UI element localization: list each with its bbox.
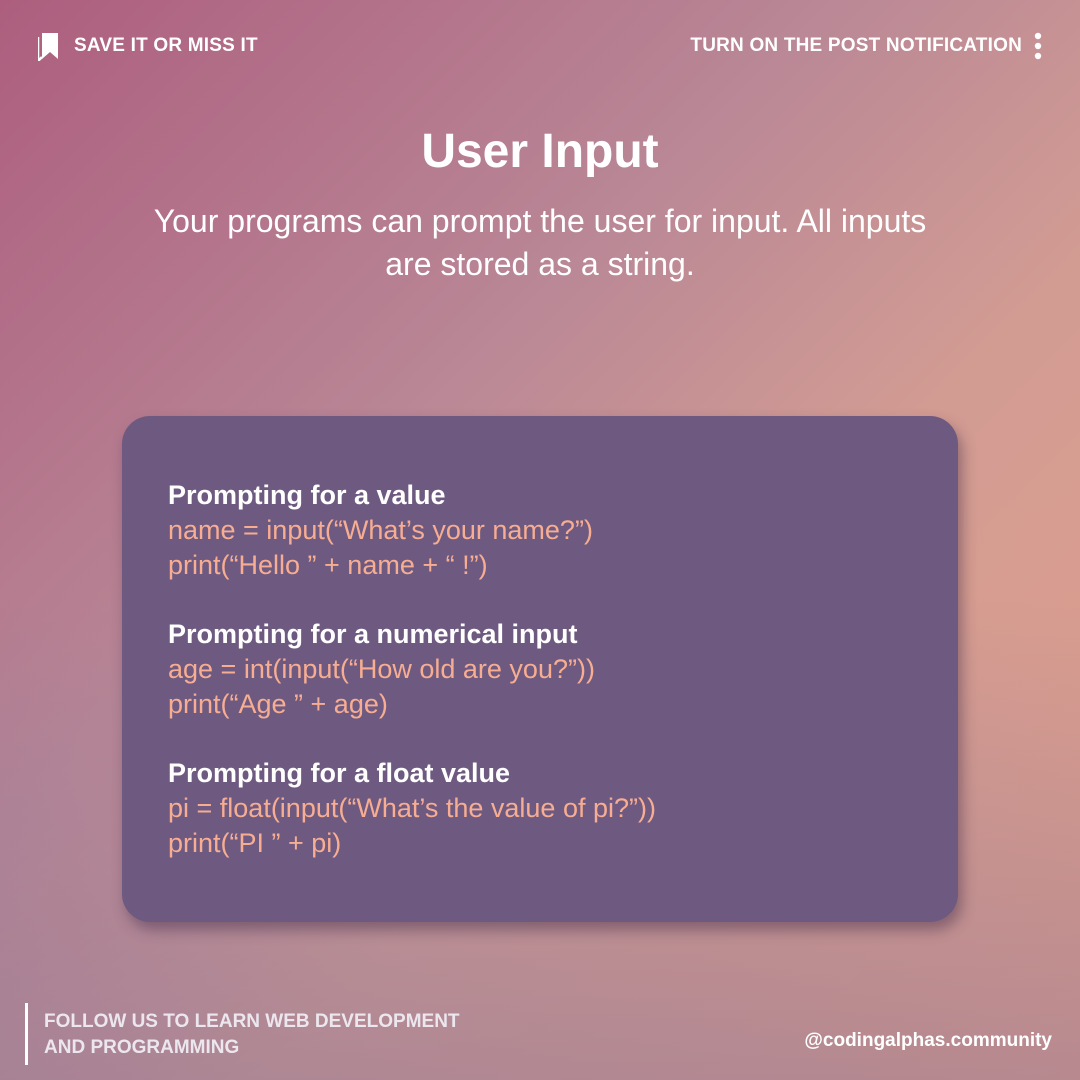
code-block-value: Prompting for a value name = input(“What…	[168, 478, 912, 583]
account-handle[interactable]: @codingalphas.community	[804, 1030, 1052, 1052]
code-line: print(“Hello ” + name + “ !”)	[168, 550, 488, 580]
code-card: Prompting for a value name = input(“What…	[122, 416, 958, 922]
follow-callout-line: FOLLOW US TO LEARN WEB DEVELOPMENT	[44, 1011, 460, 1032]
code-block-heading: Prompting for a float value	[168, 758, 511, 788]
code-line: name = input(“What’s your name?”)	[168, 515, 593, 545]
top-bar: SAVE IT OR MISS IT TURN ON THE POST NOTI…	[38, 30, 1042, 62]
code-block-float: Prompting for a float value pi = float(i…	[168, 756, 912, 861]
bookmark-icon	[38, 31, 62, 61]
follow-callout: FOLLOW US TO LEARN WEB DEVELOPMENT AND P…	[25, 1003, 460, 1065]
follow-callout-line: AND PROGRAMMING	[44, 1037, 240, 1058]
code-block-heading: Prompting for a numerical input	[168, 619, 578, 649]
code-block-numerical: Prompting for a numerical input age = in…	[168, 617, 912, 722]
code-line: print(“Age ” + age)	[168, 689, 388, 719]
more-vertical-icon[interactable]	[1034, 32, 1042, 60]
page-subtitle: Your programs can prompt the user for in…	[153, 203, 927, 282]
notification-reminder: TURN ON THE POST NOTIFICATION	[690, 32, 1042, 60]
notification-reminder-text: TURN ON THE POST NOTIFICATION	[690, 35, 1022, 56]
code-line: print(“PI ” + pi)	[168, 828, 342, 858]
code-line: pi = float(input(“What’s the value of pi…	[168, 793, 656, 823]
save-reminder: SAVE IT OR MISS IT	[38, 31, 258, 61]
code-block-heading: Prompting for a value	[168, 480, 446, 510]
page-title: User Input	[421, 125, 659, 178]
save-reminder-text: SAVE IT OR MISS IT	[74, 35, 258, 56]
code-line: age = int(input(“How old are you?”))	[168, 654, 595, 684]
